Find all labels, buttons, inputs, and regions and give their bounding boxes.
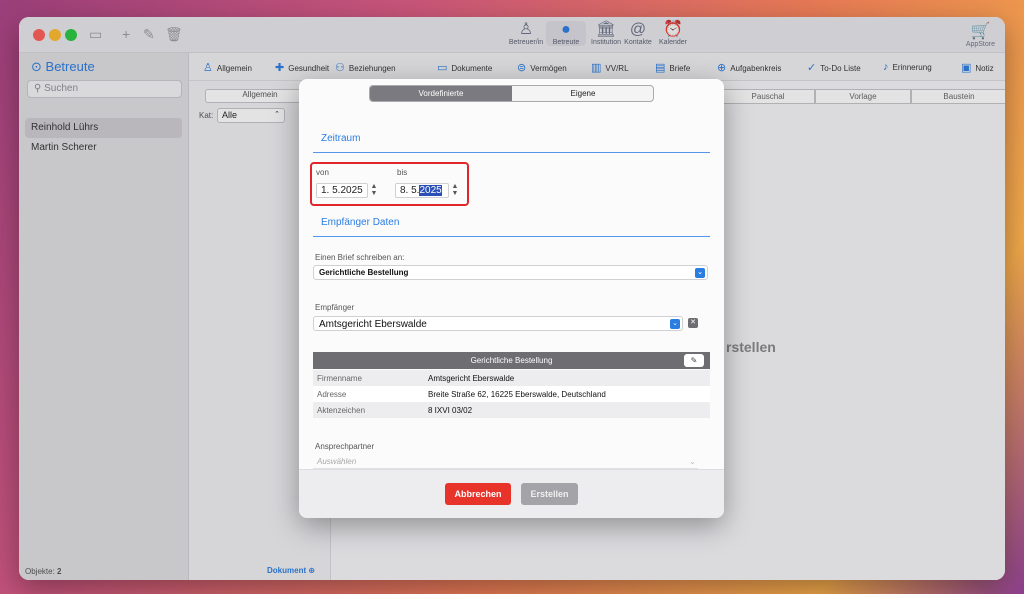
brief-label: Einen Brief schreiben an:: [315, 253, 405, 262]
zeitraum-title: Zeitraum: [321, 133, 361, 144]
letter-type-select[interactable]: Gerichtliche Bestellung ⌄: [313, 265, 708, 280]
info-table-title: Gerichtliche Bestellung: [470, 356, 553, 365]
bis-date-prefix: 8. 5.: [400, 185, 420, 196]
segment-eigene[interactable]: Eigene: [512, 86, 653, 101]
recipient-value: Amtsgericht Eberswalde: [319, 319, 427, 330]
edit-icon[interactable]: ✎: [684, 354, 704, 367]
segment-vordefinierte[interactable]: Vordefinierte: [370, 86, 512, 101]
von-date-field[interactable]: 1. 5.2025: [316, 183, 368, 198]
chevron-down-icon: ⌄: [695, 268, 705, 278]
cancel-button[interactable]: Abbrechen: [445, 483, 511, 505]
info-row: Aktenzeichen 8 IXVI 03/02: [313, 402, 710, 418]
bis-label: bis: [397, 168, 408, 177]
info-value: Breite Straße 62, 16225 Eberswalde, Deut…: [428, 390, 606, 399]
letter-type-value: Gerichtliche Bestellung: [319, 268, 409, 277]
ansprechpartner-label: Ansprechpartner: [315, 442, 375, 451]
info-row: Firmenname Amtsgericht Eberswalde: [313, 370, 710, 386]
recipient-select[interactable]: Amtsgericht Eberswalde ⌄: [313, 316, 683, 331]
empfaenger-title: Empfänger Daten: [321, 217, 400, 228]
chevron-down-icon: ⌄: [670, 319, 680, 329]
template-segmented-control: Vordefinierte Eigene: [369, 85, 654, 102]
contact-person-select[interactable]: Auswählen ⌄: [313, 457, 698, 469]
dialog-footer: Abbrechen Erstellen: [299, 469, 724, 518]
bis-date-year-selected: 2025: [419, 185, 442, 196]
section-divider: [313, 236, 710, 237]
info-value: Amtsgericht Eberswalde: [428, 374, 515, 383]
create-letter-dialog: Vordefinierte Eigene Zeitraum von bis 1.…: [299, 79, 724, 518]
von-date-stepper[interactable]: ▲ ▼: [370, 183, 378, 198]
section-divider: [313, 152, 710, 153]
info-value: 8 IXVI 03/02: [428, 406, 473, 415]
info-key: Adresse: [317, 390, 347, 399]
clear-recipient-icon[interactable]: ✕: [688, 318, 698, 328]
info-key: Firmenname: [317, 374, 362, 383]
info-row: Adresse Breite Straße 62, 16225 Eberswal…: [313, 386, 710, 402]
create-button[interactable]: Erstellen: [521, 483, 578, 505]
contact-person-placeholder: Auswählen: [317, 457, 357, 466]
von-label: von: [316, 168, 329, 177]
info-key: Aktenzeichen: [317, 406, 366, 415]
bis-date-stepper[interactable]: ▲ ▼: [451, 183, 459, 198]
chevron-down-icon: ⌄: [689, 457, 696, 466]
info-table-header: Gerichtliche Bestellung ✎: [313, 352, 710, 369]
empfaenger-label: Empfänger: [315, 303, 355, 312]
bis-date-field[interactable]: 8. 5.2025: [395, 183, 449, 198]
